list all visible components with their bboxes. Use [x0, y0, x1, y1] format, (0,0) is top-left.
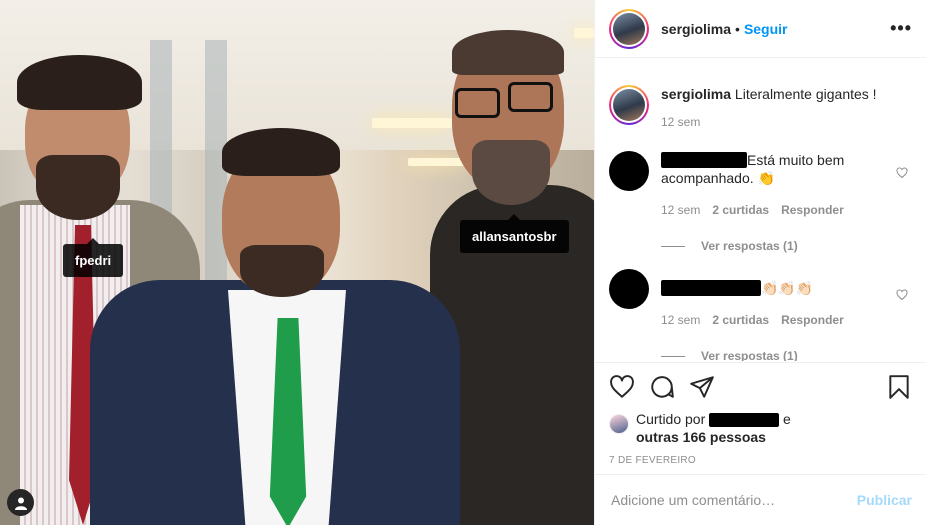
view-replies-button[interactable]: Ver respostas (1) [661, 239, 912, 253]
post-caption: sergiolima Literalmente gigantes ! 12 se… [609, 85, 912, 131]
caption-time[interactable]: 12 sem [661, 113, 700, 131]
replies-line [661, 245, 685, 247]
add-comment-input[interactable] [611, 492, 857, 508]
comment-like-icon[interactable] [896, 289, 908, 301]
add-comment-bar: Publicar [595, 474, 926, 525]
view-replies-label: Ver respostas (1) [701, 349, 798, 361]
comment-icon[interactable] [649, 374, 675, 400]
bookmark-icon[interactable] [886, 374, 912, 400]
view-replies-button[interactable]: Ver respostas (1) [661, 349, 912, 361]
caption-text: Literalmente gigantes ! [734, 86, 877, 102]
liker-avatar[interactable] [609, 414, 629, 434]
post-photo[interactable]: fpedri allansantosbr [0, 0, 594, 525]
redacted-username [661, 152, 747, 168]
reply-button[interactable]: Responder [781, 311, 844, 329]
comment-likes[interactable]: 2 curtidas [712, 201, 769, 219]
user-tag-button[interactable] [7, 489, 34, 516]
post-header: sergiolima • Seguir ••• [595, 0, 926, 58]
comment-like-icon[interactable] [896, 167, 908, 179]
liked-by-suffix: e [783, 411, 791, 427]
comment-likes[interactable]: 2 curtidas [712, 311, 769, 329]
comment-time[interactable]: 12 sem [661, 201, 700, 219]
photo-tag-fpedri[interactable]: fpedri [63, 238, 124, 277]
likes-others-link[interactable]: outras 166 pessoas [636, 429, 766, 445]
post-actions: Curtido por e outras 166 pessoas 7 DE FE… [595, 362, 926, 466]
caption-avatar[interactable] [609, 85, 649, 125]
likes-summary: Curtido por e outras 166 pessoas [609, 410, 912, 446]
post-panel: sergiolima • Seguir ••• sergiolima Liter… [594, 0, 926, 525]
replies-line [661, 355, 685, 357]
separator-dot: • [735, 20, 740, 37]
photo-tag-allansantosbr[interactable]: allansantosbr [460, 214, 569, 253]
publish-button[interactable]: Publicar [857, 492, 912, 508]
caption-username[interactable]: sergiolima [661, 86, 731, 102]
author-avatar[interactable] [609, 8, 649, 49]
view-replies-label: Ver respostas (1) [701, 239, 798, 253]
heart-icon[interactable] [609, 374, 635, 400]
post-date[interactable]: 7 DE FEVEREIRO [609, 455, 912, 466]
comment-time[interactable]: 12 sem [661, 311, 700, 329]
follow-button[interactable]: Seguir [744, 21, 788, 37]
liked-by-prefix: Curtido por [636, 411, 706, 427]
redacted-username [661, 280, 761, 296]
share-icon[interactable] [689, 374, 715, 400]
ceiling-light [574, 28, 594, 38]
more-options-icon[interactable]: ••• [890, 18, 912, 39]
comment-item: 👏🏻👏🏻👏🏻 12 sem 2 curtidas Responder [609, 269, 912, 329]
user-tag-icon [14, 497, 27, 510]
comment-text: 👏🏻👏🏻👏🏻 [761, 280, 814, 296]
comment-avatar[interactable] [609, 269, 649, 309]
comment-item: Está muito bem acompanhado. 👏 12 sem 2 c… [609, 151, 912, 219]
reply-button[interactable]: Responder [781, 201, 844, 219]
author-username[interactable]: sergiolima [661, 21, 731, 37]
comment-avatar[interactable] [609, 151, 649, 191]
comments-list[interactable]: sergiolima Literalmente gigantes ! 12 se… [595, 59, 926, 361]
redacted-liker [709, 413, 780, 427]
ceiling-light [372, 118, 452, 128]
ceiling-light [408, 158, 468, 166]
